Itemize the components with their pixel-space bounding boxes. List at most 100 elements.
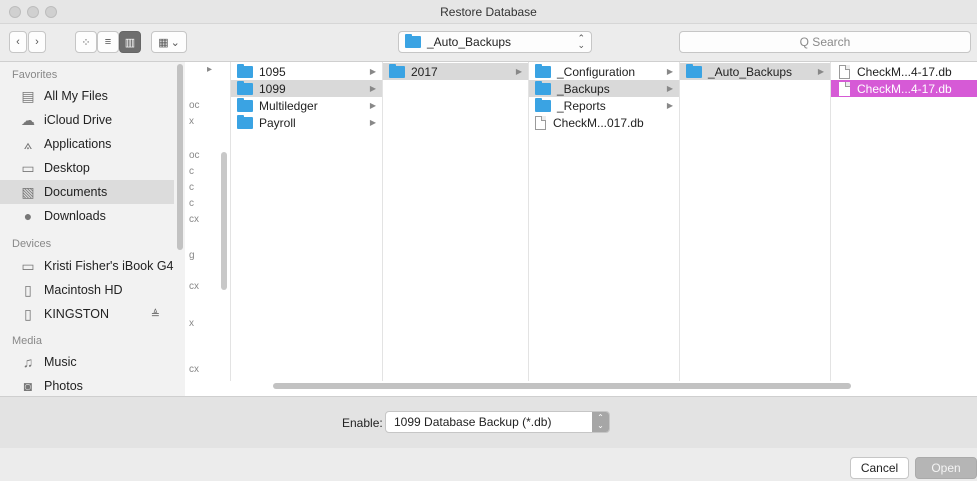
list-item-checkm-db[interactable]: CheckM...017.db (529, 114, 679, 131)
list-item-1099[interactable]: 1099 ▶ (231, 80, 382, 97)
search-input[interactable]: Q Search (679, 31, 971, 53)
toolbar: ‹ › ⁘ ≡ ▥ ▦ ⌄ _Auto_Backups ⌃ ⌄ Q Search (0, 24, 977, 62)
column-view-button[interactable]: ▥ (119, 31, 141, 53)
fragment-text: cx (189, 214, 199, 225)
usb-drive-icon: ▯ (24, 305, 32, 322)
list-item-payroll[interactable]: Payroll ▶ (231, 114, 382, 131)
chevron-down-icon: ⌄ (170, 36, 180, 49)
chevron-left-icon: ‹ (16, 36, 20, 48)
disclosure-arrow-icon: ▸ (207, 64, 213, 75)
folder-icon (237, 80, 253, 95)
folder-icon (389, 63, 405, 78)
item-label: _Configuration (557, 64, 636, 79)
dialog-footer: Cancel Open (0, 448, 977, 481)
sidebar-item-downloads[interactable]: ● Downloads (0, 204, 174, 228)
fragment-text: c (189, 166, 194, 177)
popup-arrows-icon: ⌃ ⌄ (577, 33, 585, 50)
icon-view-button[interactable]: ⁘ (75, 31, 97, 53)
sidebar-item-music[interactable]: ♫ Music (0, 350, 174, 374)
title-bar: Restore Database (0, 0, 977, 24)
folder-column-1: 1095 ▶ 1099 ▶ Multiledger ▶ Payroll ▶ (231, 62, 383, 381)
sidebar-item-label: Desktop (44, 161, 90, 175)
item-label: CheckM...4-17.db (857, 64, 952, 79)
sidebar-item-label: Macintosh HD (44, 283, 123, 297)
chevron-right-icon: ▶ (666, 101, 673, 110)
list-item-auto-backups[interactable]: _Auto_Backups ▶ (680, 63, 830, 80)
path-popup[interactable]: _Auto_Backups ⌃ ⌄ (398, 31, 592, 53)
chevron-right-icon: ▶ (369, 101, 376, 110)
list-item-2017[interactable]: 2017 ▶ (383, 63, 528, 80)
list-item-backups[interactable]: _Backups ▶ (529, 80, 679, 97)
file-type-select[interactable]: 1099 Database Backup (*.db) ⌃ ⌄ (385, 411, 610, 433)
column-scrollbar[interactable] (221, 152, 227, 290)
sidebar-item-label: All My Files (44, 89, 108, 103)
file-icon (839, 81, 850, 96)
window-title: Restore Database (440, 5, 537, 19)
list-item-reports[interactable]: _Reports ▶ (529, 97, 679, 114)
sidebar-item-all-my-files[interactable]: ▤ All My Files (0, 84, 174, 108)
list-icon: ≡ (104, 36, 112, 48)
sidebar-item-icloud-drive[interactable]: ☁ iCloud Drive (0, 108, 174, 132)
sidebar-item-documents[interactable]: ▧ Documents (0, 180, 174, 204)
folder-icon (535, 80, 551, 95)
columns-icon: ▥ (124, 36, 136, 49)
item-label: 2017 (411, 64, 438, 79)
list-view-button[interactable]: ≡ (97, 31, 119, 53)
list-item-1095[interactable]: 1095 ▶ (231, 63, 382, 80)
sidebar-item-kingston[interactable]: ▯ KINGSTON ≜ (0, 302, 174, 326)
sidebar-item-applications[interactable]: ⟑ Applications (0, 132, 174, 156)
path-label: _Auto_Backups (427, 35, 512, 49)
documents-icon: ▧ (21, 183, 35, 200)
open-button[interactable]: Open (915, 457, 977, 479)
sidebar-item-label: Applications (44, 137, 112, 151)
sidebar-item-desktop[interactable]: ▭ Desktop (0, 156, 174, 180)
desktop-icon: ▭ (21, 159, 35, 176)
fragment-text: cx (189, 364, 199, 375)
fragment-text: cx (189, 281, 199, 292)
folder-icon (237, 97, 253, 112)
folder-icon (535, 63, 551, 78)
item-label: CheckM...017.db (553, 115, 644, 130)
list-item-checkm-file-2[interactable]: CheckM...4-17.db (831, 80, 977, 97)
sidebar-item-photos[interactable]: ◙ Photos (0, 374, 174, 396)
fragment-text: x (189, 318, 194, 329)
applications-icon: ⟑ (23, 135, 33, 152)
sidebar-item-ibook[interactable]: ▭ Kristi Fisher's iBook G4 (0, 254, 174, 278)
sidebar-item-label: Kristi Fisher's iBook G4 (44, 259, 174, 273)
list-item-checkm-file-1[interactable]: CheckM...4-17.db (831, 63, 977, 80)
folder-column-3: _Configuration ▶ _Backups ▶ _Reports ▶ Chec… (529, 62, 680, 381)
popup-arrows-icon: ⌃ ⌄ (592, 412, 609, 432)
folder-column-4: _Auto_Backups ▶ (680, 62, 831, 381)
file-icon (535, 115, 546, 130)
chevron-right-icon: ▶ (369, 84, 376, 93)
eject-icon[interactable]: ≜ (151, 308, 160, 321)
enable-label: Enable: (342, 416, 383, 430)
enable-bar: Enable: 1099 Database Backup (*.db) ⌃ ⌄ (0, 396, 977, 448)
folder-icon (237, 114, 253, 129)
folder-icon (237, 63, 253, 78)
fragment-text: x (189, 116, 194, 127)
chevron-right-icon: › (35, 36, 39, 48)
devices-heading: Devices (12, 238, 52, 250)
sidebar-item-macintosh-hd[interactable]: ▯ Macintosh HD (0, 278, 174, 302)
list-item-multiledger[interactable]: Multiledger ▶ (231, 97, 382, 114)
chevron-right-icon: ▶ (369, 118, 376, 127)
horizontal-scrollbar[interactable] (273, 383, 851, 389)
partial-column: ▸ oc x oc c c c cx g cx x cx (185, 62, 231, 381)
chevron-right-icon: ▶ (369, 67, 376, 76)
media-heading: Media (12, 335, 42, 347)
item-label: CheckM...4-17.db (857, 81, 952, 96)
item-label: _Auto_Backups (708, 64, 793, 79)
folder-icon (686, 63, 702, 78)
fragment-text: oc (189, 100, 200, 111)
back-button[interactable]: ‹ (9, 31, 27, 53)
cover-flow-view-button[interactable]: ▦ ⌄ (151, 31, 187, 53)
forward-button[interactable]: › (28, 31, 46, 53)
item-label: _Reports (557, 98, 606, 113)
sidebar-item-label: Photos (44, 379, 83, 393)
sidebar-scrollbar[interactable] (177, 64, 183, 250)
folder-icon (535, 97, 551, 112)
cloud-icon: ☁ (21, 111, 35, 128)
cancel-button[interactable]: Cancel (850, 457, 909, 479)
list-item-configuration[interactable]: _Configuration ▶ (529, 63, 679, 80)
